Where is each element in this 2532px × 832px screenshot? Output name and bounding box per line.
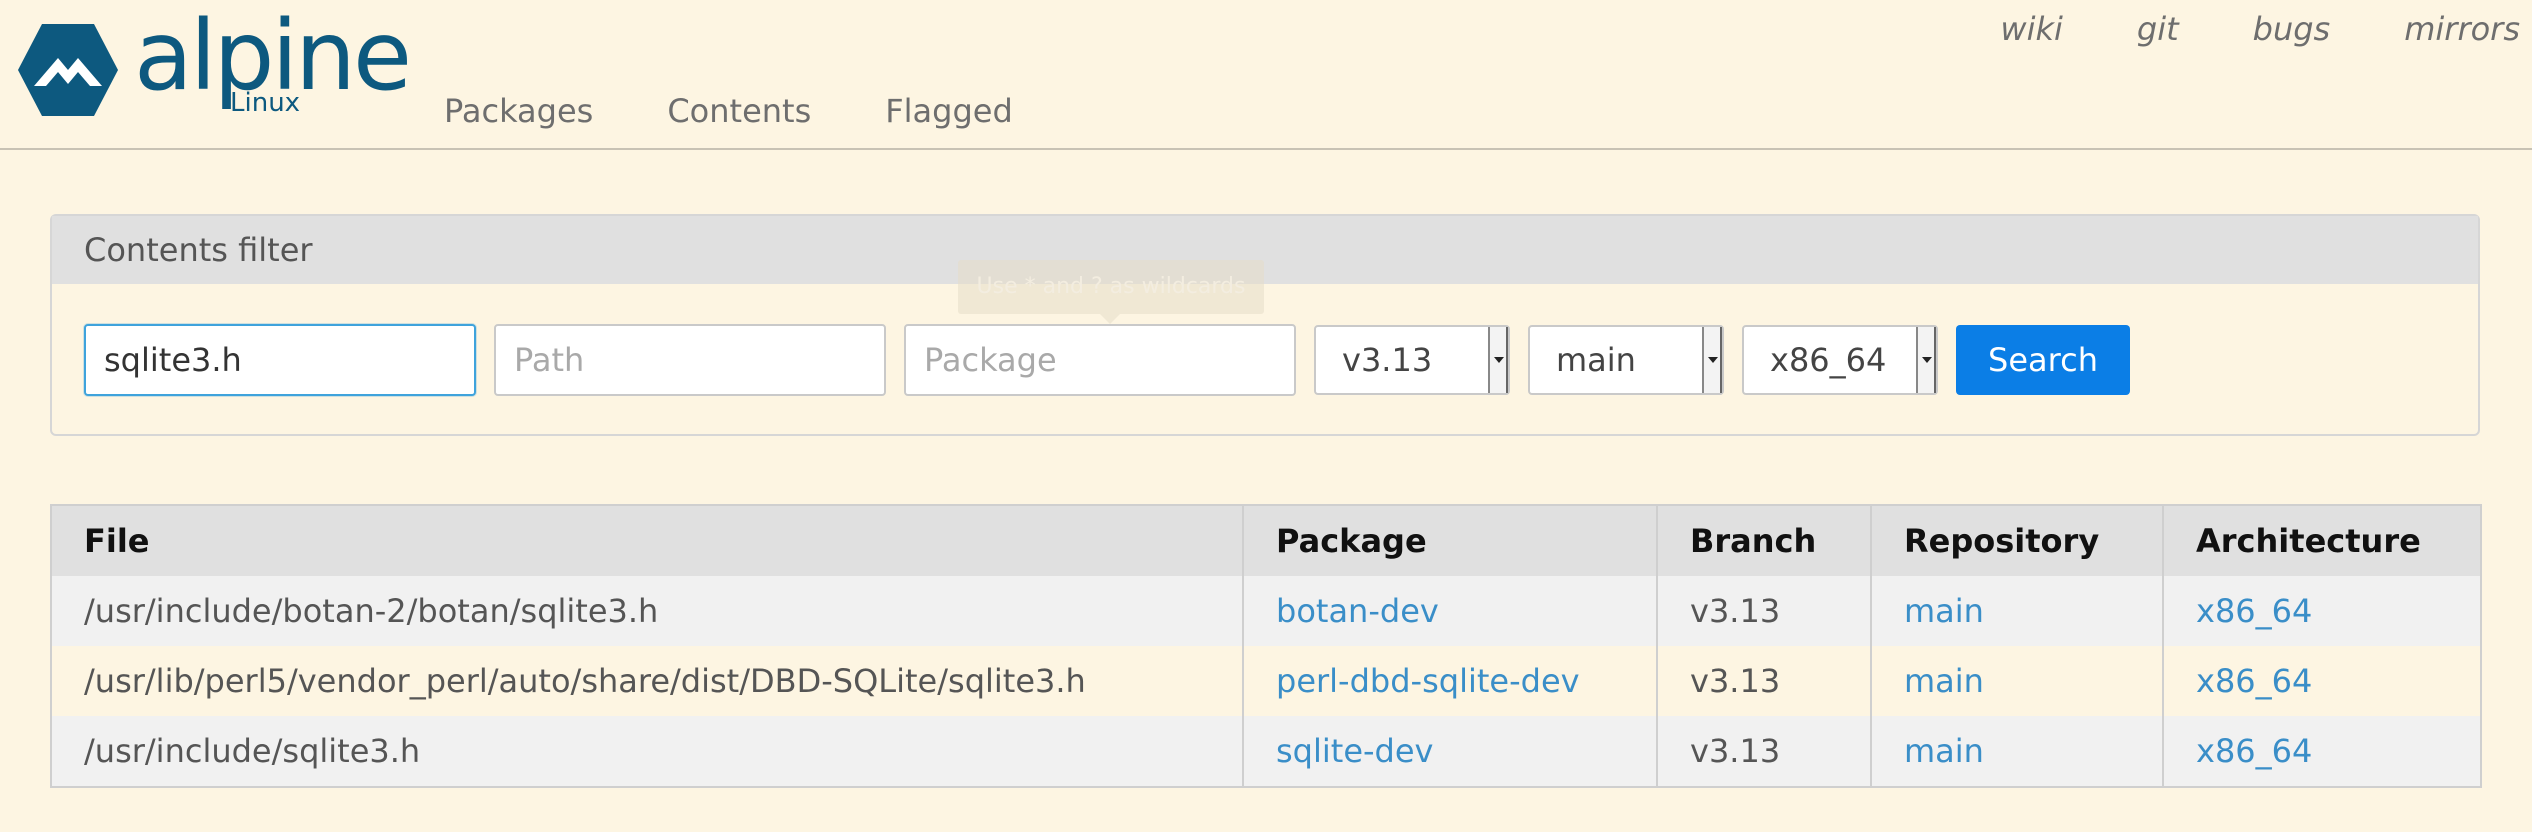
column-header-branch: Branch bbox=[1657, 505, 1872, 576]
architecture-link[interactable]: x86_64 bbox=[2196, 732, 2312, 770]
nav-flagged[interactable]: Flagged bbox=[885, 92, 1013, 130]
path-placeholder: Path bbox=[514, 341, 585, 379]
page: alpine Linux Packages Contents Flagged w… bbox=[0, 0, 2532, 832]
package-link[interactable]: botan-dev bbox=[1276, 592, 1439, 630]
column-header-file: File bbox=[51, 505, 1244, 576]
table-row: /usr/lib/perl5/vendor_perl/auto/share/di… bbox=[51, 646, 2482, 716]
file-input-value: sqlite3.h bbox=[104, 341, 242, 379]
site-header: alpine Linux Packages Contents Flagged w… bbox=[0, 0, 2532, 150]
chevron-down-icon bbox=[1702, 327, 1722, 393]
column-header-architecture: Architecture bbox=[2163, 505, 2482, 576]
alpine-wordmark: alpine Linux bbox=[134, 0, 412, 122]
package-placeholder: Package bbox=[924, 341, 1057, 379]
link-wiki[interactable]: wiki bbox=[2000, 10, 2062, 48]
package-link[interactable]: perl-dbd-sqlite-dev bbox=[1276, 662, 1580, 700]
chevron-down-icon bbox=[1488, 327, 1508, 393]
branch-select[interactable]: v3.13 bbox=[1314, 325, 1510, 395]
file-cell: /usr/include/sqlite3.h bbox=[51, 716, 1244, 787]
branch-cell: v3.13 bbox=[1657, 646, 1872, 716]
main-nav: Packages Contents Flagged bbox=[444, 92, 1013, 130]
arch-select-value: x86_64 bbox=[1770, 341, 1887, 379]
branch-cell: v3.13 bbox=[1657, 716, 1872, 787]
alpine-logo[interactable]: alpine Linux bbox=[16, 0, 412, 122]
table-header-row: File Package Branch Repository Architect… bbox=[51, 505, 2482, 576]
file-input[interactable]: sqlite3.h bbox=[84, 324, 476, 396]
table-row: /usr/include/sqlite3.h sqlite-dev v3.13 … bbox=[51, 716, 2482, 787]
link-git[interactable]: git bbox=[2137, 10, 2179, 48]
file-cell: /usr/include/botan-2/botan/sqlite3.h bbox=[51, 576, 1244, 646]
nav-packages[interactable]: Packages bbox=[444, 92, 593, 130]
repo-select[interactable]: main bbox=[1528, 325, 1724, 395]
branch-select-value: v3.13 bbox=[1342, 341, 1433, 379]
package-link[interactable]: sqlite-dev bbox=[1276, 732, 1433, 770]
package-input[interactable]: Package bbox=[904, 324, 1296, 396]
contents-filter-panel: Contents filter Use * and ? as wildcards… bbox=[50, 214, 2480, 436]
branch-cell: v3.13 bbox=[1657, 576, 1872, 646]
panel-heading: Contents filter bbox=[52, 216, 2478, 284]
search-button[interactable]: Search bbox=[1956, 325, 2130, 395]
link-mirrors[interactable]: mirrors bbox=[2404, 10, 2520, 48]
repository-link[interactable]: main bbox=[1904, 732, 1984, 770]
nav-contents[interactable]: Contents bbox=[667, 92, 811, 130]
path-input[interactable]: Path bbox=[494, 324, 886, 396]
filter-form: sqlite3.h Path Package v3.13 main x86_64… bbox=[84, 324, 2130, 396]
link-bugs[interactable]: bugs bbox=[2253, 10, 2331, 48]
architecture-link[interactable]: x86_64 bbox=[2196, 662, 2312, 700]
file-cell: /usr/lib/perl5/vendor_perl/auto/share/di… bbox=[51, 646, 1244, 716]
column-header-repository: Repository bbox=[1871, 505, 2164, 576]
results-table: File Package Branch Repository Architect… bbox=[50, 504, 2482, 788]
architecture-link[interactable]: x86_64 bbox=[2196, 592, 2312, 630]
wildcard-tooltip: Use * and ? as wildcards bbox=[958, 260, 1264, 324]
arch-select[interactable]: x86_64 bbox=[1742, 325, 1938, 395]
repository-link[interactable]: main bbox=[1904, 592, 1984, 630]
repo-select-value: main bbox=[1556, 341, 1636, 379]
alpine-hexagon-icon bbox=[18, 24, 118, 116]
repository-link[interactable]: main bbox=[1904, 662, 1984, 700]
column-header-package: Package bbox=[1243, 505, 1658, 576]
top-links: wiki git bugs mirrors bbox=[2000, 10, 2520, 48]
table-row: /usr/include/botan-2/botan/sqlite3.h bot… bbox=[51, 576, 2482, 646]
logo-sub: Linux bbox=[230, 88, 301, 118]
chevron-down-icon bbox=[1916, 327, 1936, 393]
